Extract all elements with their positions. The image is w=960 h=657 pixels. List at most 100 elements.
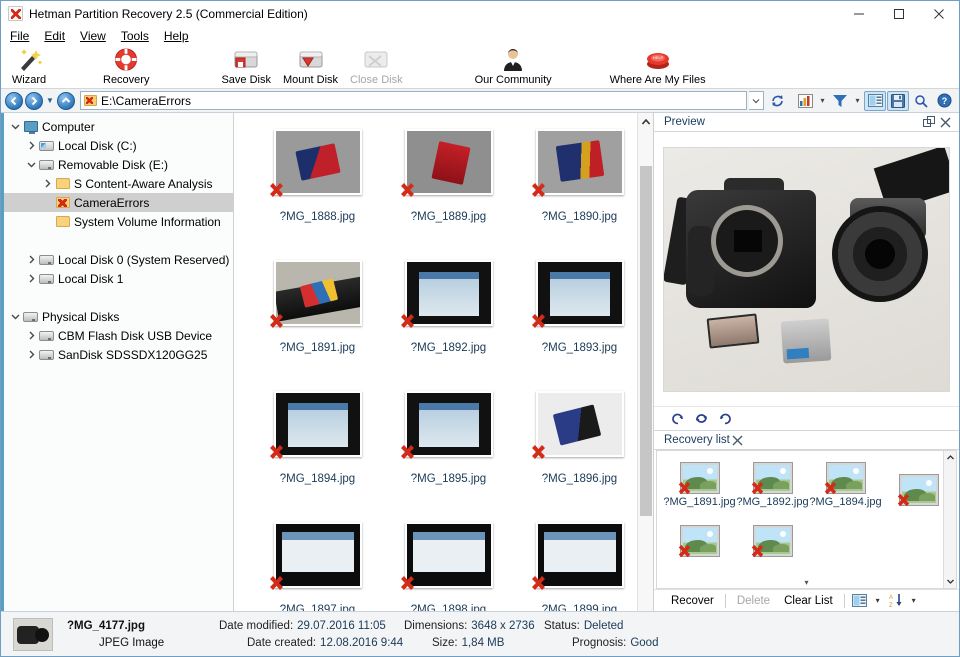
address-dropdown-button[interactable] [749, 91, 764, 110]
tree-item-label: Local Disk 0 (System Reserved) [58, 252, 230, 267]
toolbar-our-community-label: Our Community [474, 74, 552, 86]
file-list-scrollbar[interactable] [637, 113, 653, 611]
scrollbar-track[interactable] [944, 464, 956, 575]
menu-file[interactable]: File [8, 29, 38, 43]
forward-button[interactable] [25, 91, 43, 110]
twisty-expanded-icon[interactable] [24, 160, 38, 169]
file-item[interactable]: ?MG_1895.jpg [383, 383, 514, 514]
view-mode-icon[interactable] [849, 591, 871, 611]
close-icon[interactable] [730, 432, 746, 448]
scrollbar-track[interactable] [638, 130, 654, 611]
twisty-expanded-icon[interactable] [8, 312, 22, 321]
tree-item-system-volume-information[interactable]: System Volume Information [4, 212, 233, 231]
tree-item-local-disk-0[interactable]: Local Disk 0 (System Reserved) [4, 250, 233, 269]
file-item[interactable]: ?MG_1894.jpg [252, 383, 383, 514]
menu-tools[interactable]: Tools [119, 29, 158, 43]
file-item[interactable]: ?MG_1898.jpg [383, 514, 514, 611]
preview-image [664, 147, 949, 391]
file-item[interactable]: ?MG_1892.jpg [383, 252, 514, 383]
maximize-button[interactable] [879, 1, 919, 27]
scrollbar-thumb[interactable] [639, 166, 652, 516]
tree-item-cameraerrors[interactable]: CameraErrors [4, 193, 233, 212]
preview-body[interactable] [654, 132, 959, 406]
undock-icon[interactable] [921, 114, 937, 130]
filter-caret[interactable]: ▾ [852, 91, 863, 111]
menu-help[interactable]: Help [162, 29, 198, 43]
twisty-collapsed-icon[interactable] [24, 141, 38, 150]
recovery-list-item[interactable]: ?MG_1894.jpg [809, 457, 882, 508]
recover-button[interactable]: Recover [664, 591, 721, 611]
sort-az-icon[interactable]: A Z [885, 591, 907, 611]
flip-icon[interactable] [692, 410, 710, 428]
up-button[interactable] [57, 91, 75, 110]
toolbar-our-community-button[interactable]: Our Community [469, 45, 558, 89]
scroll-down-arrow[interactable] [944, 575, 956, 588]
toolbar-recovery-button[interactable]: Recovery [97, 45, 155, 89]
tree-item-cbm-flash-disk[interactable]: CBM Flash Disk USB Device [4, 326, 233, 345]
twisty-collapsed-icon[interactable] [40, 179, 54, 188]
close-button[interactable] [919, 1, 959, 27]
file-item[interactable]: ?MG_1893.jpg [514, 252, 645, 383]
tree-item-local-disk-1[interactable]: Local Disk 1 [4, 269, 233, 288]
file-item[interactable]: ?MG_1897.jpg [252, 514, 383, 611]
file-item[interactable]: ?MG_1899.jpg [514, 514, 645, 611]
file-item[interactable]: ?MG_1890.jpg [514, 121, 645, 252]
filter-icon[interactable] [829, 91, 851, 111]
rotate-right-icon[interactable] [716, 410, 734, 428]
recovery-list-item[interactable] [736, 508, 809, 559]
back-button[interactable] [5, 91, 23, 110]
close-icon[interactable] [937, 114, 953, 130]
toolbar-where-are-my-files-button[interactable]: HELP Where Are My Files [604, 45, 712, 89]
menu-view[interactable]: View [78, 29, 115, 43]
folder-tree[interactable]: Computer Local Disk (C:) Removable Disk … [1, 113, 234, 611]
tree-item-local-disk-c[interactable]: Local Disk (C:) [4, 136, 233, 155]
menu-edit[interactable]: Edit [42, 29, 74, 43]
view-mode-caret[interactable]: ▾ [817, 91, 828, 111]
file-item[interactable]: ?MG_1896.jpg [514, 383, 645, 514]
twisty-collapsed-icon[interactable] [24, 255, 38, 264]
file-item[interactable]: ?MG_1889.jpg [383, 121, 514, 252]
local-disk-c-icon [38, 140, 55, 151]
help-icon[interactable]: ? [933, 91, 955, 111]
history-dropdown-caret[interactable]: ▼ [45, 96, 55, 105]
twisty-collapsed-icon[interactable] [24, 274, 38, 283]
status-date-modified: Date modified: 29.07.2016 11:05 [219, 617, 404, 634]
file-list-pane[interactable]: ?MG_1888.jpg ?MG_1889.jpg ?MG_1890.jpg ?… [234, 113, 654, 611]
recovery-list-item[interactable] [663, 508, 736, 559]
sort-caret[interactable]: ▾ [907, 591, 921, 611]
status-state-label: Status: [544, 619, 580, 632]
toolbar-wizard-button[interactable]: Wizard [5, 45, 53, 89]
tree-item-content-aware-analysis[interactable]: S Content-Aware Analysis [4, 174, 233, 193]
view-mode-caret[interactable]: ▾ [871, 591, 885, 611]
view-mode-icon[interactable] [794, 91, 816, 111]
tree-item-sandisk[interactable]: SanDisk SDSSDX120GG25 [4, 345, 233, 364]
minimize-button[interactable] [839, 1, 879, 27]
details-pane-icon[interactable] [864, 90, 886, 111]
address-input[interactable]: E:\CameraErrors [80, 91, 747, 110]
tree-item-physical-disks[interactable]: Physical Disks [4, 307, 233, 326]
file-item[interactable]: ?MG_1891.jpg [252, 252, 383, 383]
scroll-up-arrow[interactable] [638, 113, 654, 130]
refresh-button[interactable] [766, 91, 788, 111]
file-name: ?MG_1889.jpg [410, 211, 487, 223]
recovery-list-body[interactable]: ?MG_1891.jpg ?MG_1892.jpg ?MG_1894.jpg ▾ [656, 450, 957, 589]
toolbar-save-disk-button[interactable]: Save Disk [215, 45, 277, 89]
clear-list-button[interactable]: Clear List [777, 591, 840, 611]
toolbar-mount-disk-button[interactable]: Mount Disk [277, 45, 344, 89]
search-icon[interactable] [910, 91, 932, 111]
save-icon[interactable] [887, 90, 909, 111]
tree-item-computer[interactable]: Computer [4, 117, 233, 136]
scroll-up-arrow[interactable] [944, 451, 956, 464]
rotate-left-icon[interactable] [668, 410, 686, 428]
window-title: Hetman Partition Recovery 2.5 (Commercia… [29, 6, 308, 21]
recovery-list-item[interactable]: ?MG_1892.jpg [736, 457, 809, 508]
twisty-collapsed-icon[interactable] [24, 331, 38, 340]
recovery-list-scrollbar[interactable] [943, 451, 956, 588]
tree-item-removable-disk-e[interactable]: Removable Disk (E:) [4, 155, 233, 174]
file-item[interactable]: ?MG_1888.jpg [252, 121, 383, 252]
twisty-collapsed-icon[interactable] [24, 350, 38, 359]
recovery-list-item[interactable]: ?MG_1891.jpg [663, 457, 736, 508]
status-date-modified-value: 29.07.2016 11:05 [297, 619, 386, 632]
twisty-expanded-icon[interactable] [8, 122, 22, 131]
